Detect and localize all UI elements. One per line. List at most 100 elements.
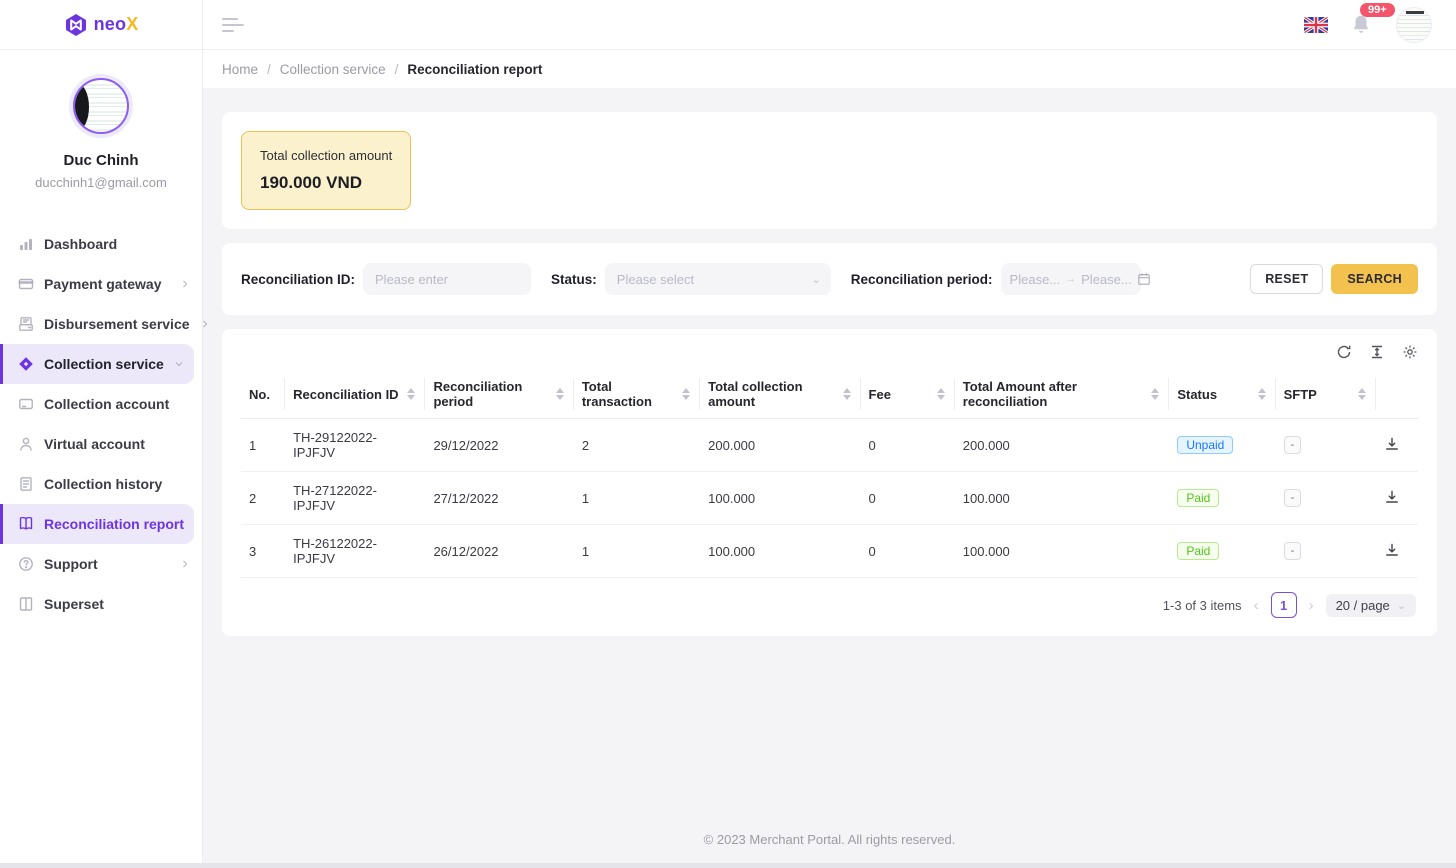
column-header-reconciliation-id[interactable]: Reconciliation ID bbox=[285, 370, 425, 419]
column-label: Status bbox=[1177, 387, 1217, 402]
pagination-summary: 1-3 of 3 items bbox=[1163, 598, 1242, 613]
sort-icon[interactable] bbox=[937, 388, 947, 400]
footer-copyright: © 2023 Merchant Portal. All rights reser… bbox=[222, 818, 1437, 868]
column-header-total-collection-amount[interactable]: Total collection amount bbox=[700, 370, 860, 419]
sidebar-item-collection-history[interactable]: Collection history bbox=[0, 464, 202, 504]
sort-icon[interactable] bbox=[556, 388, 566, 400]
total-amount-after-reconciliation: 100.000 bbox=[955, 472, 1170, 525]
language-flag-uk[interactable] bbox=[1304, 17, 1328, 33]
breadcrumb-separator: / bbox=[395, 62, 399, 77]
status-badge: Unpaid bbox=[1177, 436, 1233, 454]
prev-page-icon[interactable]: ‹ bbox=[1254, 598, 1259, 613]
fee: 0 bbox=[861, 472, 955, 525]
next-page-icon[interactable]: › bbox=[1309, 598, 1314, 613]
sidebar-item-label: Virtual account bbox=[44, 436, 190, 452]
sftp-tag: - bbox=[1284, 489, 1302, 507]
breadcrumb-item-reconciliation-report: Reconciliation report bbox=[407, 62, 542, 77]
status-badge: Paid bbox=[1177, 542, 1219, 560]
download-icon[interactable] bbox=[1384, 436, 1402, 454]
reconciliation-id: TH-26122022-IPJFJV bbox=[285, 525, 425, 578]
page-size-value: 20 / page bbox=[1336, 598, 1390, 613]
column-header-sftp[interactable]: SFTP bbox=[1276, 370, 1376, 419]
sort-icon[interactable] bbox=[1258, 388, 1268, 400]
sidebar-item-disbursement-service[interactable]: Disbursement service bbox=[0, 304, 202, 344]
reconciliation-period: 29/12/2022 bbox=[425, 419, 573, 472]
actions-cell bbox=[1376, 472, 1418, 525]
reconciliation-id: TH-29122022-IPJFJV bbox=[285, 419, 425, 472]
sort-icon[interactable] bbox=[1151, 388, 1161, 400]
breadcrumb-item-home[interactable]: Home bbox=[222, 62, 258, 77]
user-avatar[interactable] bbox=[69, 74, 133, 138]
row-height-icon[interactable] bbox=[1368, 343, 1385, 360]
results-card: No.Reconciliation ID Reconciliation perio… bbox=[222, 329, 1437, 636]
fee: 0 bbox=[861, 419, 955, 472]
sidebar-item-label: Reconciliation report bbox=[44, 516, 184, 532]
sort-icon[interactable] bbox=[682, 388, 692, 400]
horizontal-scrollbar[interactable] bbox=[0, 863, 1456, 868]
table-row: 3TH-26122022-IPJFJV26/12/20221100.000010… bbox=[241, 525, 1418, 578]
sftp-cell: - bbox=[1276, 419, 1376, 472]
settings-gear-icon[interactable] bbox=[1401, 343, 1418, 360]
sftp-cell: - bbox=[1276, 472, 1376, 525]
main-column: 99+ Home/Collection service/Reconciliati… bbox=[203, 0, 1456, 868]
column-header-reconciliation-period[interactable]: Reconciliation period bbox=[425, 370, 573, 419]
sftp-tag: - bbox=[1284, 542, 1302, 560]
topbar-avatar[interactable] bbox=[1396, 7, 1432, 43]
column-header-total-amount-after-reconciliation[interactable]: Total Amount after reconciliation bbox=[955, 370, 1170, 419]
actions-cell bbox=[1376, 419, 1418, 472]
sidebar-item-label: Dashboard bbox=[44, 236, 190, 252]
sort-icon[interactable] bbox=[1358, 388, 1368, 400]
page-size-select[interactable]: 20 / page ⌄ bbox=[1326, 594, 1416, 617]
sidebar-item-support[interactable]: Support bbox=[0, 544, 202, 584]
search-button[interactable]: SEARCH bbox=[1331, 264, 1418, 294]
menu-toggle-icon[interactable] bbox=[222, 18, 244, 32]
download-icon[interactable] bbox=[1384, 489, 1402, 507]
column-header-no-: No. bbox=[241, 370, 285, 419]
column-label: Reconciliation period bbox=[433, 379, 549, 409]
column-header-status[interactable]: Status bbox=[1169, 370, 1275, 419]
chevron-down-icon bbox=[174, 359, 184, 369]
sidebar-item-dashboard[interactable]: Dashboard bbox=[0, 224, 202, 264]
sort-icon[interactable] bbox=[407, 388, 417, 400]
row-no: 3 bbox=[241, 525, 285, 578]
reset-button[interactable]: RESET bbox=[1250, 264, 1323, 294]
disbursement-service-icon bbox=[17, 316, 34, 333]
reconciliation-period-range-picker[interactable]: Please... → Please... bbox=[1001, 263, 1141, 295]
logo[interactable]: neoX bbox=[0, 0, 202, 50]
refresh-icon[interactable] bbox=[1335, 343, 1352, 360]
sidebar-item-collection-account[interactable]: Collection account bbox=[0, 384, 202, 424]
reconciliation-id-input[interactable] bbox=[363, 263, 531, 295]
reconciliation-id: TH-27122022-IPJFJV bbox=[285, 472, 425, 525]
pagination: 1-3 of 3 items ‹ 1 › 20 / page ⌄ bbox=[241, 578, 1418, 626]
sidebar-item-label: Superset bbox=[44, 596, 190, 612]
dashboard-icon bbox=[17, 236, 34, 253]
column-header-fee[interactable]: Fee bbox=[861, 370, 955, 419]
period-start-placeholder: Please... bbox=[1010, 272, 1061, 287]
status-select[interactable]: Please select ⌄ bbox=[605, 263, 831, 295]
sort-icon[interactable] bbox=[843, 388, 853, 400]
total-collection-amount-value: 190.000 VND bbox=[260, 173, 392, 193]
sidebar-item-payment-gateway[interactable]: Payment gateway bbox=[0, 264, 202, 304]
sidebar-item-superset[interactable]: Superset bbox=[0, 584, 202, 624]
payment-gateway-icon bbox=[17, 276, 34, 293]
sidebar-item-label: Disbursement service bbox=[44, 316, 190, 332]
total-transaction: 1 bbox=[574, 525, 700, 578]
summary-card: Total collection amount 190.000 VND bbox=[222, 112, 1437, 229]
reconciliation-period: 27/12/2022 bbox=[425, 472, 573, 525]
reconciliation-id-label: Reconciliation ID: bbox=[241, 272, 355, 287]
column-header-total-transaction[interactable]: Total transaction bbox=[574, 370, 700, 419]
breadcrumb-item-collection-service[interactable]: Collection service bbox=[280, 62, 386, 77]
column-label: SFTP bbox=[1284, 387, 1317, 402]
notifications-bell-icon[interactable]: 99+ bbox=[1350, 12, 1374, 38]
table-body: 1TH-29122022-IPJFJV29/12/20222200.000020… bbox=[241, 419, 1418, 578]
row-no: 2 bbox=[241, 472, 285, 525]
current-page-button[interactable]: 1 bbox=[1271, 592, 1297, 618]
sidebar-menu: Dashboard Payment gateway Disbursement ser… bbox=[0, 224, 202, 868]
sidebar-item-virtual-account[interactable]: Virtual account bbox=[0, 424, 202, 464]
sidebar-item-collection-service[interactable]: Collection service bbox=[0, 344, 194, 384]
reconciliation-report-icon bbox=[17, 516, 34, 533]
sidebar-item-reconciliation-report[interactable]: Reconciliation report bbox=[0, 504, 194, 544]
download-icon[interactable] bbox=[1384, 542, 1402, 560]
reconciliation-period-label: Reconciliation period: bbox=[851, 272, 993, 287]
superset-icon bbox=[17, 596, 34, 613]
